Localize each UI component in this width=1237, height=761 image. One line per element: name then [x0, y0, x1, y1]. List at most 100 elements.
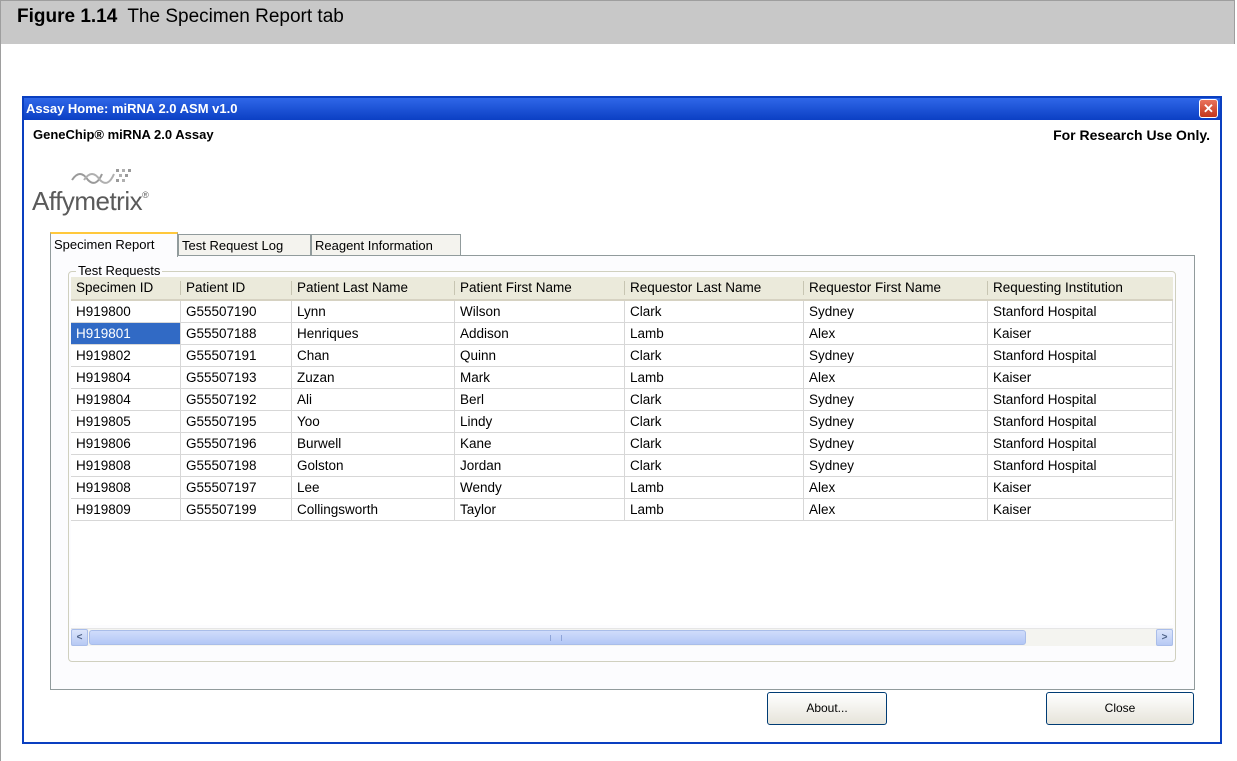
table-cell[interactable]: G55507196: [181, 433, 292, 454]
table-cell[interactable]: Wendy: [455, 477, 625, 498]
table-cell[interactable]: Lamb: [625, 323, 804, 344]
table-cell[interactable]: Lamb: [625, 367, 804, 388]
table-cell[interactable]: Burwell: [292, 433, 455, 454]
table-cell[interactable]: G55507197: [181, 477, 292, 498]
table-cell[interactable]: Clark: [625, 345, 804, 366]
table-cell[interactable]: G55507195: [181, 411, 292, 432]
column-header[interactable]: Patient First Name: [455, 277, 625, 299]
table-cell[interactable]: Lamb: [625, 499, 804, 520]
table-cell[interactable]: Sydney: [804, 301, 988, 322]
table-cell[interactable]: Alex: [804, 499, 988, 520]
table-cell[interactable]: Stanford Hospital: [988, 433, 1173, 454]
tab-specimen-report[interactable]: Specimen Report: [50, 232, 178, 257]
table-cell[interactable]: Quinn: [455, 345, 625, 366]
table-cell[interactable]: Sydney: [804, 411, 988, 432]
table-row[interactable]: H919805 G55507195 Yoo Lindy Clark Sydney Stanf…: [71, 411, 1173, 433]
table-row[interactable]: H919809 G55507199 Collingsworth Taylor Lamb A…: [71, 499, 1173, 521]
column-divider[interactable]: [180, 281, 181, 295]
table-cell[interactable]: Clark: [625, 389, 804, 410]
table-cell[interactable]: Kane: [455, 433, 625, 454]
title-bar[interactable]: Assay Home: miRNA 2.0 ASM v1.0 ✕: [24, 98, 1220, 120]
table-cell[interactable]: H919804: [71, 367, 181, 388]
table-cell[interactable]: G55507192: [181, 389, 292, 410]
table-cell[interactable]: Stanford Hospital: [988, 345, 1173, 366]
column-header[interactable]: Patient Last Name: [292, 277, 455, 299]
table-cell[interactable]: Clark: [625, 455, 804, 476]
table-cell[interactable]: Wilson: [455, 301, 625, 322]
table-cell[interactable]: H919802: [71, 345, 181, 366]
table-cell[interactable]: Alex: [804, 367, 988, 388]
table-cell[interactable]: G55507198: [181, 455, 292, 476]
table-cell[interactable]: Stanford Hospital: [988, 301, 1173, 322]
table-cell[interactable]: Stanford Hospital: [988, 389, 1173, 410]
column-header[interactable]: Patient ID: [181, 277, 292, 299]
table-cell[interactable]: Lynn: [292, 301, 455, 322]
table-cell[interactable]: Sydney: [804, 433, 988, 454]
table-cell[interactable]: G55507188: [181, 323, 292, 344]
table-cell[interactable]: H919808: [71, 455, 181, 476]
table-cell[interactable]: Sydney: [804, 455, 988, 476]
table-cell[interactable]: G55507193: [181, 367, 292, 388]
table-cell[interactable]: Alex: [804, 323, 988, 344]
table-cell[interactable]: H919800: [71, 301, 181, 322]
column-divider[interactable]: [803, 281, 804, 295]
table-cell[interactable]: H919804: [71, 389, 181, 410]
table-row[interactable]: H919808 G55507198 Golston Jordan Clark Sydney…: [71, 455, 1173, 477]
column-divider[interactable]: [291, 281, 292, 295]
table-cell[interactable]: Addison: [455, 323, 625, 344]
table-row[interactable]: H919801 G55507188 Henriques Addison Lamb Alex…: [71, 323, 1173, 345]
table-cell[interactable]: H919806: [71, 433, 181, 454]
table-cell[interactable]: Lamb: [625, 477, 804, 498]
table-cell[interactable]: Henriques: [292, 323, 455, 344]
column-header[interactable]: Requestor First Name: [804, 277, 988, 299]
table-row[interactable]: H919808 G55507197 Lee Wendy Lamb Alex Kaiser: [71, 477, 1173, 499]
table-cell[interactable]: Berl: [455, 389, 625, 410]
tab-reagent-information[interactable]: Reagent Information: [311, 234, 461, 256]
table-cell[interactable]: Stanford Hospital: [988, 455, 1173, 476]
scroll-right-icon[interactable]: >: [1156, 629, 1173, 646]
table-cell[interactable]: Sydney: [804, 345, 988, 366]
column-header[interactable]: Requestor Last Name: [625, 277, 804, 299]
table-cell[interactable]: G55507191: [181, 345, 292, 366]
column-divider[interactable]: [987, 281, 988, 295]
table-cell[interactable]: H919801: [71, 323, 181, 344]
horizontal-scrollbar[interactable]: < >: [71, 628, 1173, 646]
table-cell[interactable]: Kaiser: [988, 499, 1173, 520]
table-cell[interactable]: Mark: [455, 367, 625, 388]
table-cell[interactable]: Kaiser: [988, 323, 1173, 344]
column-divider[interactable]: [454, 281, 455, 295]
table-cell[interactable]: Lee: [292, 477, 455, 498]
table-row[interactable]: H919800 G55507190 Lynn Wilson Clark Sydney Sta…: [71, 301, 1173, 323]
table-row[interactable]: H919802 G55507191 Chan Quinn Clark Sydney Stan…: [71, 345, 1173, 367]
table-row[interactable]: H919804 G55507193 Zuzan Mark Lamb Alex Kaiser: [71, 367, 1173, 389]
table-cell[interactable]: Collingsworth: [292, 499, 455, 520]
table-cell[interactable]: Ali: [292, 389, 455, 410]
table-cell[interactable]: H919808: [71, 477, 181, 498]
table-cell[interactable]: Kaiser: [988, 367, 1173, 388]
tab-test-request-log[interactable]: Test Request Log: [178, 234, 311, 256]
table-cell[interactable]: Yoo: [292, 411, 455, 432]
table-cell[interactable]: H919809: [71, 499, 181, 520]
table-cell[interactable]: G55507190: [181, 301, 292, 322]
column-divider[interactable]: [624, 281, 625, 295]
table-cell[interactable]: Zuzan: [292, 367, 455, 388]
table-cell[interactable]: Clark: [625, 433, 804, 454]
table-cell[interactable]: G55507199: [181, 499, 292, 520]
table-cell[interactable]: Sydney: [804, 389, 988, 410]
column-header[interactable]: Specimen ID: [71, 277, 181, 299]
table-cell[interactable]: Kaiser: [988, 477, 1173, 498]
table-cell[interactable]: Chan: [292, 345, 455, 366]
scroll-thumb[interactable]: [89, 630, 1026, 645]
test-requests-grid[interactable]: Specimen ID Patient ID Patient Last Name Pa…: [71, 277, 1173, 625]
close-icon[interactable]: ✕: [1199, 99, 1218, 118]
table-row[interactable]: H919804 G55507192 Ali Berl Clark Sydney Stanfo…: [71, 389, 1173, 411]
about-button[interactable]: About...: [767, 692, 887, 725]
table-cell[interactable]: Alex: [804, 477, 988, 498]
column-header[interactable]: Requesting Institution: [988, 277, 1173, 299]
table-cell[interactable]: H919805: [71, 411, 181, 432]
close-button[interactable]: Close: [1046, 692, 1194, 725]
table-cell[interactable]: Clark: [625, 301, 804, 322]
table-cell[interactable]: Stanford Hospital: [988, 411, 1173, 432]
scroll-left-icon[interactable]: <: [71, 629, 88, 646]
table-cell[interactable]: Jordan: [455, 455, 625, 476]
